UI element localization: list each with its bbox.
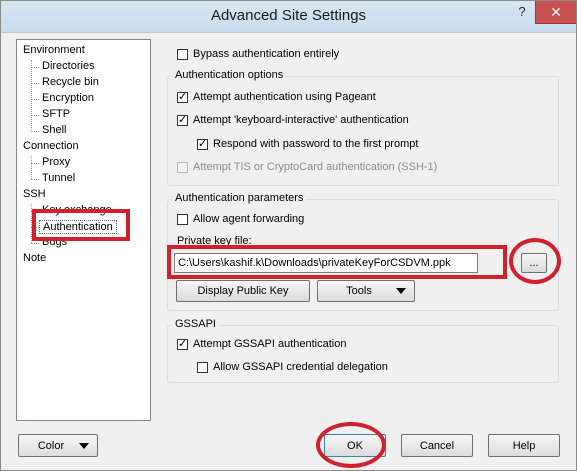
keyboard-interactive-label: Attempt 'keyboard-interactive' authentic… xyxy=(193,114,409,126)
agent-forwarding-checkbox[interactable]: Allow agent forwarding xyxy=(177,213,304,225)
checkbox-box[interactable] xyxy=(177,213,188,225)
tree-item-tunnel[interactable]: Tunnel xyxy=(42,172,75,184)
tis-checkbox: Attempt TIS or CryptoCard authentication… xyxy=(177,161,437,173)
tree-connector xyxy=(31,163,39,164)
auth-options-group-label: Authentication options xyxy=(172,69,287,81)
bypass-auth-label: Bypass authentication entirely xyxy=(193,48,340,60)
title-bar: Advanced Site Settings ? ✕ xyxy=(1,1,576,33)
annotation-circle-browse xyxy=(509,238,561,284)
agent-forwarding-label: Allow agent forwarding xyxy=(193,213,305,225)
chevron-down-icon xyxy=(396,288,406,294)
checkbox-box[interactable] xyxy=(177,113,188,126)
annotation-circle-ok xyxy=(316,422,386,468)
gssapi-group: GSSAPI xyxy=(167,318,559,383)
tree-item-proxy[interactable]: Proxy xyxy=(42,156,70,168)
tree-item-recycle-bin[interactable]: Recycle bin xyxy=(42,76,99,88)
gssapi-delegation-checkbox[interactable]: Allow GSSAPI credential delegation xyxy=(197,361,388,373)
tree-connector xyxy=(31,115,39,116)
checkbox-box[interactable] xyxy=(177,48,188,60)
checkbox-box[interactable] xyxy=(197,137,208,150)
checkbox-box[interactable] xyxy=(197,361,208,373)
checkbox-box[interactable] xyxy=(177,90,188,103)
tree-connector xyxy=(31,179,39,180)
checkbox-box xyxy=(177,161,188,173)
tree-item-sftp[interactable]: SFTP xyxy=(42,108,70,120)
checkbox-box[interactable] xyxy=(177,337,188,350)
tree-item-encryption[interactable]: Encryption xyxy=(42,92,94,104)
help-button[interactable]: Help xyxy=(488,434,560,457)
tree-item-environment[interactable]: Environment xyxy=(23,44,85,56)
tree-item-connection[interactable]: Connection xyxy=(23,140,79,152)
tree-connector xyxy=(31,243,39,244)
annotation-highlight-private-key xyxy=(167,245,507,279)
gssapi-auth-checkbox[interactable]: Attempt GSSAPI authentication xyxy=(177,337,347,350)
title-help-button[interactable]: ? xyxy=(509,1,535,23)
tree-connector xyxy=(31,99,39,100)
cancel-label: Cancel xyxy=(419,439,455,452)
pageant-label: Attempt authentication using Pageant xyxy=(193,91,376,103)
pageant-checkbox[interactable]: Attempt authentication using Pageant xyxy=(177,90,376,103)
display-public-key-button[interactable]: Display Public Key xyxy=(176,280,310,302)
tree-item-shell[interactable]: Shell xyxy=(42,124,66,136)
tree-connector xyxy=(31,67,39,68)
gssapi-group-label: GSSAPI xyxy=(172,318,219,330)
tree-item-directories[interactable]: Directories xyxy=(42,60,95,72)
display-public-key-label: Display Public Key xyxy=(197,285,289,297)
respond-password-label: Respond with password to the first promp… xyxy=(213,138,419,150)
color-dropdown-button[interactable]: Color xyxy=(18,434,98,457)
tree-item-ssh[interactable]: SSH xyxy=(23,188,46,200)
help-label: Help xyxy=(512,439,536,452)
tree-connector xyxy=(31,60,32,130)
advanced-site-settings-dialog: Advanced Site Settings ? ✕ Environment D… xyxy=(0,0,577,471)
respond-password-checkbox[interactable]: Respond with password to the first promp… xyxy=(197,137,419,150)
cancel-button[interactable]: Cancel xyxy=(401,434,473,457)
gssapi-auth-label: Attempt GSSAPI authentication xyxy=(193,338,347,350)
tree-connector xyxy=(31,83,39,84)
chevron-down-icon xyxy=(79,442,89,449)
tools-dropdown-button[interactable]: Tools xyxy=(317,280,415,302)
auth-params-group-label: Authentication parameters xyxy=(172,192,307,204)
window-title: Advanced Site Settings xyxy=(210,7,367,24)
tree-connector xyxy=(31,156,32,179)
bypass-auth-checkbox[interactable]: Bypass authentication entirely xyxy=(177,48,339,60)
close-button[interactable]: ✕ xyxy=(535,1,576,24)
keyboard-interactive-checkbox[interactable]: Attempt 'keyboard-interactive' authentic… xyxy=(177,113,409,126)
tree-item-note[interactable]: Note xyxy=(23,252,46,264)
annotation-highlight-authentication xyxy=(32,209,130,241)
tree-connector xyxy=(31,131,39,132)
gssapi-delegation-label: Allow GSSAPI credential delegation xyxy=(213,361,388,373)
tis-label: Attempt TIS or CryptoCard authentication… xyxy=(193,161,438,173)
